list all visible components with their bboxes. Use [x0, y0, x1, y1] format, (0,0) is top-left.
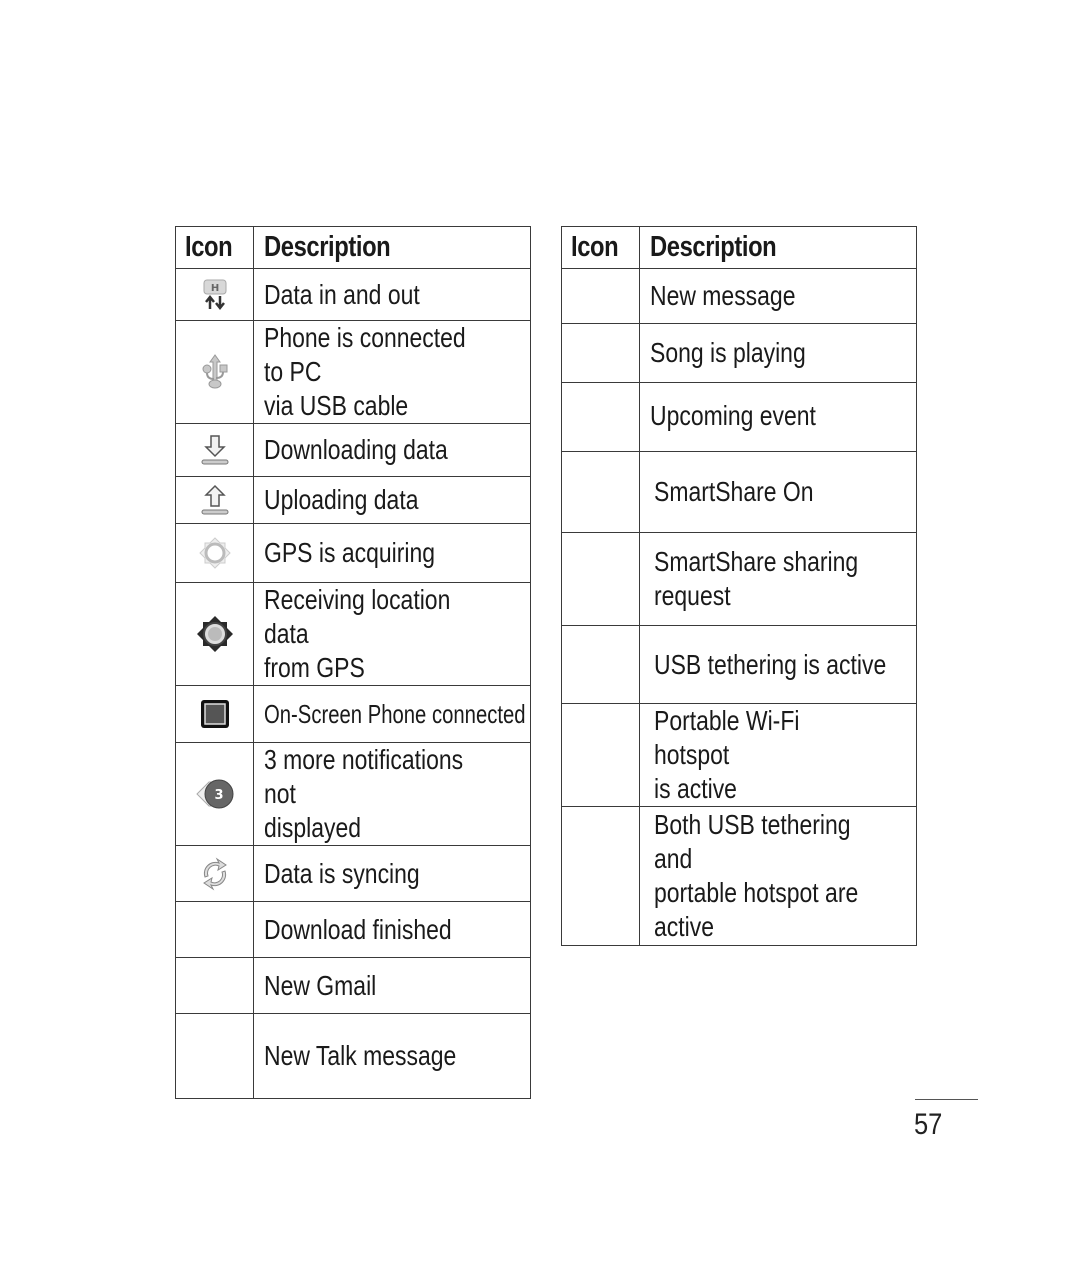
on-screen-phone-icon [175, 685, 254, 743]
table-row: Download finished [175, 901, 531, 958]
icon-table-right: Icon Description New message Song is pla… [561, 226, 917, 946]
new-message-icon [561, 268, 640, 324]
download-finished-icon [175, 901, 254, 958]
table-row: New Gmail [175, 957, 531, 1014]
table-row: Data is syncing [175, 845, 531, 902]
gmail-icon [175, 957, 254, 1014]
page-number-rule [915, 1099, 978, 1100]
icon-column-header: Icon [561, 226, 640, 269]
gps-acquiring-icon [175, 523, 254, 583]
table-row: SmartShare sharing request [561, 532, 917, 626]
description-cell: Both USB tethering and portable hotspot … [639, 806, 917, 946]
table-header-row: Icon Description [175, 226, 531, 269]
description-cell: Data in and out [253, 268, 531, 321]
description-cell: 3 more notifications not displayed [253, 742, 531, 846]
table-row: On-Screen Phone connected [175, 685, 531, 743]
tethering-and-hotspot-icon [561, 806, 640, 946]
table-row: GPS is acquiring [175, 523, 531, 583]
download-icon [175, 423, 254, 477]
description-cell: Downloading data [253, 423, 531, 477]
description-cell: Upcoming event [639, 382, 917, 452]
description-cell: New Talk message [253, 1013, 531, 1099]
sync-icon [175, 845, 254, 902]
table-row: SmartShare On [561, 451, 917, 533]
usb-icon [175, 320, 254, 424]
table-row: Downloading data [175, 423, 531, 477]
description-cell: Receiving location data from GPS [253, 582, 531, 686]
svg-text:H: H [210, 283, 218, 294]
description-cell: On-Screen Phone connected [253, 685, 531, 743]
table-row: Uploading data [175, 476, 531, 524]
wifi-hotspot-icon [561, 703, 640, 807]
description-cell: Download finished [253, 901, 531, 958]
table-row: 3 3 more notifications not displayed [175, 742, 531, 846]
upload-icon [175, 476, 254, 524]
table-row: H Data in and out [175, 268, 531, 321]
table-row: Both USB tethering and portable hotspot … [561, 806, 917, 946]
table-row: Song is playing [561, 323, 917, 383]
svg-text:3: 3 [214, 788, 223, 803]
description-cell: Phone is connected to PC via USB cable [253, 320, 531, 424]
description-cell: SmartShare On [639, 451, 917, 533]
description-cell: USB tethering is active [639, 625, 917, 704]
description-cell: GPS is acquiring [253, 523, 531, 583]
smartshare-on-icon [561, 451, 640, 533]
table-header-row: Icon Description [561, 226, 917, 269]
table-row: Portable Wi-Fi hotspot is active [561, 703, 917, 807]
talk-message-icon [175, 1013, 254, 1099]
usb-tethering-icon [561, 625, 640, 704]
table-row: Phone is connected to PC via USB cable [175, 320, 531, 424]
description-cell: Song is playing [639, 323, 917, 383]
description-cell: SmartShare sharing request [639, 532, 917, 626]
table-row: New message [561, 268, 917, 324]
smartshare-request-icon [561, 532, 640, 626]
song-playing-icon [561, 323, 640, 383]
description-cell: Uploading data [253, 476, 531, 524]
description-cell: Portable Wi-Fi hotspot is active [639, 703, 917, 807]
table-row: Receiving location data from GPS [175, 582, 531, 686]
icon-table-left: Icon Description H Data in and out Phone… [175, 226, 531, 1099]
table-row: Upcoming event [561, 382, 917, 452]
description-cell: New Gmail [253, 957, 531, 1014]
data-in-out-icon: H [175, 268, 254, 321]
upcoming-event-icon [561, 382, 640, 452]
table-row: New Talk message [175, 1013, 531, 1099]
table-row: USB tethering is active [561, 625, 917, 704]
description-cell: New message [639, 268, 917, 324]
gps-receiving-icon [175, 582, 254, 686]
description-column-header: Description [639, 226, 917, 269]
description-cell: Data is syncing [253, 845, 531, 902]
icon-column-header: Icon [175, 226, 254, 269]
description-column-header: Description [253, 226, 531, 269]
page-number: 57 [914, 1108, 943, 1141]
more-notifications-icon: 3 [175, 742, 254, 846]
